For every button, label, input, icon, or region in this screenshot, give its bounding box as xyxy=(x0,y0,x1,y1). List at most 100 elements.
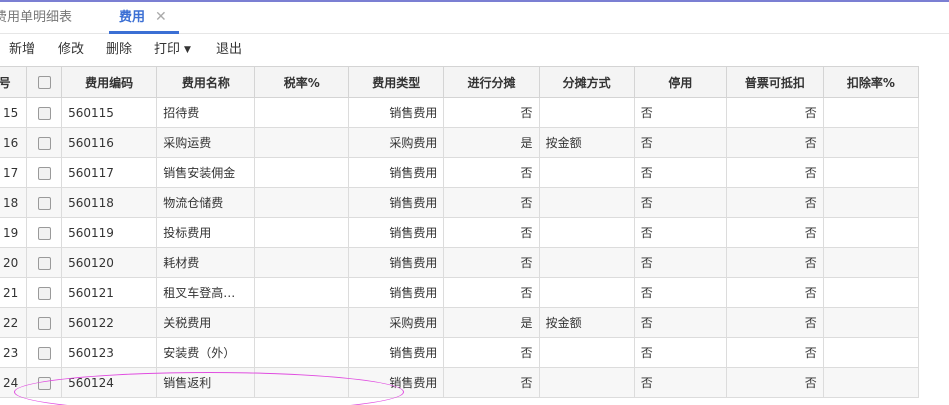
cell-deduct-rate[interactable] xyxy=(822,337,920,368)
cell-select[interactable] xyxy=(26,277,63,308)
table-row[interactable]: 20 560120 耗材费 销售费用否否否 xyxy=(0,247,920,278)
cell-deduct-rate[interactable] xyxy=(822,157,920,188)
cell-alloc-method[interactable] xyxy=(538,247,635,278)
cell-select[interactable] xyxy=(26,187,63,218)
cell-code[interactable]: 560120 xyxy=(61,247,158,278)
cell-tax-rate[interactable] xyxy=(254,307,350,338)
cell-code[interactable]: 560117 xyxy=(61,157,158,188)
table-row[interactable]: 15 560115 招待费 销售费用否否否 xyxy=(0,97,920,128)
cell-deductible[interactable]: 否 xyxy=(726,97,824,128)
row-checkbox[interactable] xyxy=(37,196,51,210)
table-row[interactable]: 24 560124 销售返利 销售费用否否否 xyxy=(0,367,920,398)
cell-name[interactable]: 招待费 xyxy=(156,97,256,128)
cell-name[interactable]: 销售返利 xyxy=(156,367,256,398)
table-row[interactable]: 18 560118 物流仓储费 销售费用否否否 xyxy=(0,187,920,218)
cell-select[interactable] xyxy=(26,367,63,398)
cell-allocate[interactable]: 否 xyxy=(443,157,540,188)
cell-deductible[interactable]: 否 xyxy=(726,367,824,398)
cell-disabled[interactable]: 否 xyxy=(633,277,728,308)
cell-seq[interactable]: 16 xyxy=(0,127,28,158)
col-header-code[interactable]: 费用编码 xyxy=(61,66,158,98)
cell-name[interactable]: 采购运费 xyxy=(156,127,256,158)
cell-deduct-rate[interactable] xyxy=(822,367,920,398)
cell-code[interactable]: 560116 xyxy=(61,127,158,158)
exit-button[interactable]: 退出 xyxy=(216,34,242,65)
cell-code[interactable]: 560119 xyxy=(61,217,158,248)
cell-type[interactable]: 采购费用 xyxy=(348,307,445,338)
cell-name[interactable]: 租叉车登高… xyxy=(156,277,256,308)
cell-deduct-rate[interactable] xyxy=(822,247,920,278)
close-icon[interactable]: ✕ xyxy=(155,2,167,33)
cell-tax-rate[interactable] xyxy=(254,127,350,158)
table-row[interactable]: 23 560123 安装费（外） 销售费用否否否 xyxy=(0,337,920,368)
cell-disabled[interactable]: 否 xyxy=(633,187,728,218)
cell-deduct-rate[interactable] xyxy=(822,277,920,308)
col-header-select[interactable] xyxy=(26,66,63,98)
row-checkbox[interactable] xyxy=(37,286,51,300)
col-header-deductible[interactable]: 普票可抵扣 xyxy=(726,66,824,98)
cell-tax-rate[interactable] xyxy=(254,337,350,368)
cell-disabled[interactable]: 否 xyxy=(633,247,728,278)
cell-type[interactable]: 采购费用 xyxy=(348,127,445,158)
cell-deductible[interactable]: 否 xyxy=(726,247,824,278)
cell-select[interactable] xyxy=(26,217,63,248)
row-checkbox[interactable] xyxy=(37,316,51,330)
cell-deductible[interactable]: 否 xyxy=(726,127,824,158)
cell-deductible[interactable]: 否 xyxy=(726,217,824,248)
row-checkbox[interactable] xyxy=(37,166,51,180)
cell-code[interactable]: 560124 xyxy=(61,367,158,398)
cell-tax-rate[interactable] xyxy=(254,187,350,218)
cell-seq[interactable]: 21 xyxy=(0,277,28,308)
cell-allocate[interactable]: 否 xyxy=(443,187,540,218)
table-row[interactable]: 21 560121 租叉车登高… 销售费用否否否 xyxy=(0,277,920,308)
cell-disabled[interactable]: 否 xyxy=(633,127,728,158)
cell-seq[interactable]: 15 xyxy=(0,97,28,128)
cell-allocate[interactable]: 是 xyxy=(443,307,540,338)
cell-deduct-rate[interactable] xyxy=(822,187,920,218)
cell-deductible[interactable]: 否 xyxy=(726,277,824,308)
cell-deduct-rate[interactable] xyxy=(822,307,920,338)
cell-alloc-method[interactable] xyxy=(538,217,635,248)
cell-alloc-method[interactable] xyxy=(538,97,635,128)
cell-code[interactable]: 560122 xyxy=(61,307,158,338)
cell-type[interactable]: 销售费用 xyxy=(348,277,445,308)
cell-select[interactable] xyxy=(26,127,63,158)
cell-deductible[interactable]: 否 xyxy=(726,187,824,218)
cell-select[interactable] xyxy=(26,337,63,368)
col-header-deduct-rate[interactable]: 扣除率% xyxy=(822,66,920,98)
cell-deductible[interactable]: 否 xyxy=(726,337,824,368)
cell-code[interactable]: 560118 xyxy=(61,187,158,218)
tab-expense-detail[interactable]: 费用单明细表 xyxy=(0,2,72,33)
cell-type[interactable]: 销售费用 xyxy=(348,187,445,218)
new-button[interactable]: 新增 xyxy=(9,34,35,65)
table-row[interactable]: 22 560122 关税费用 采购费用是按金额否否 xyxy=(0,307,920,338)
row-checkbox[interactable] xyxy=(37,256,51,270)
cell-deduct-rate[interactable] xyxy=(822,127,920,158)
col-header-alloc-method[interactable]: 分摊方式 xyxy=(538,66,635,98)
cell-seq[interactable]: 20 xyxy=(0,247,28,278)
cell-code[interactable]: 560121 xyxy=(61,277,158,308)
cell-allocate[interactable]: 否 xyxy=(443,217,540,248)
cell-name[interactable]: 耗材费 xyxy=(156,247,256,278)
cell-alloc-method[interactable]: 按金额 xyxy=(538,127,635,158)
tab-expense[interactable]: 费用 ✕ xyxy=(109,2,179,33)
table-row[interactable]: 16 560116 采购运费 采购费用是按金额否否 xyxy=(0,127,920,158)
cell-deduct-rate[interactable] xyxy=(822,217,920,248)
cell-tax-rate[interactable] xyxy=(254,217,350,248)
table-row[interactable]: 17 560117 销售安装佣金 销售费用否否否 xyxy=(0,157,920,188)
delete-button[interactable]: 删除 xyxy=(106,34,132,65)
col-header-allocate[interactable]: 进行分摊 xyxy=(443,66,540,98)
edit-button[interactable]: 修改 xyxy=(58,34,84,65)
cell-allocate[interactable]: 否 xyxy=(443,97,540,128)
cell-name[interactable]: 物流仓储费 xyxy=(156,187,256,218)
cell-type[interactable]: 销售费用 xyxy=(348,337,445,368)
row-checkbox[interactable] xyxy=(37,136,51,150)
cell-type[interactable]: 销售费用 xyxy=(348,247,445,278)
cell-tax-rate[interactable] xyxy=(254,157,350,188)
cell-disabled[interactable]: 否 xyxy=(633,307,728,338)
cell-alloc-method[interactable]: 按金额 xyxy=(538,307,635,338)
col-header-type[interactable]: 费用类型 xyxy=(348,66,445,98)
cell-name[interactable]: 投标费用 xyxy=(156,217,256,248)
cell-seq[interactable]: 22 xyxy=(0,307,28,338)
cell-seq[interactable]: 24 xyxy=(0,367,28,398)
